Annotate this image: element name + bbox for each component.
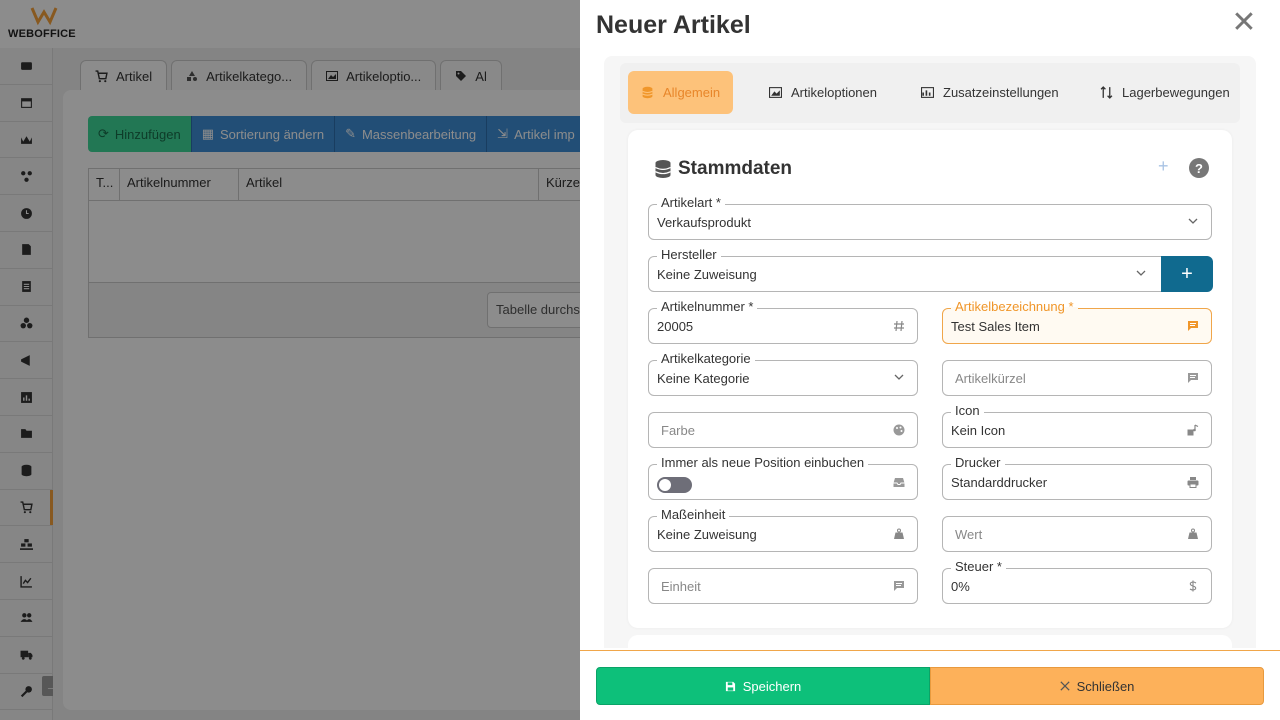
- icon-select[interactable]: Icon Kein Icon: [942, 403, 1212, 448]
- new-article-modal: Neuer Artikel ✕ Allgemein Artikeloptione…: [580, 0, 1280, 720]
- printer-icon: [1187, 477, 1199, 488]
- field-value: Kein Icon: [951, 423, 1006, 438]
- add-manufacturer-button[interactable]: +: [1161, 256, 1213, 292]
- new-position-toggle[interactable]: [657, 477, 692, 493]
- field-label: Immer als neue Position einbuchen: [657, 455, 869, 471]
- help-icon[interactable]: ?: [1189, 158, 1209, 178]
- palette-icon: [893, 424, 905, 436]
- field-label: Hersteller: [657, 247, 721, 263]
- wert-field[interactable]: Wert: [942, 516, 1212, 552]
- comment-icon: [1188, 321, 1198, 331]
- comment-icon: [894, 581, 904, 591]
- field-placeholder: Einheit: [661, 579, 701, 594]
- field-label: Drucker: [951, 455, 1005, 471]
- field-label: Maßeinheit: [657, 507, 730, 523]
- field-label: Steuer *: [951, 559, 1006, 575]
- field-value: Verkaufsprodukt: [657, 215, 751, 230]
- close-icon[interactable]: ✕: [1230, 8, 1258, 38]
- modal-tabs: Allgemein Artikeloptionen Zusatzeinstell…: [620, 63, 1240, 123]
- tab-label: Zusatzeinstellungen: [943, 85, 1059, 100]
- close-button-label: Schließen: [1076, 678, 1135, 694]
- field-value: Keine Kategorie: [657, 371, 750, 386]
- weight-icon: [1188, 528, 1198, 539]
- inbox-icon: [893, 478, 905, 487]
- modal-title: Neuer Artikel: [596, 11, 751, 39]
- einheit-field[interactable]: Einheit: [648, 568, 918, 604]
- field-placeholder: Wert: [955, 527, 983, 542]
- hashtag-icon: [894, 320, 904, 332]
- tab-label: Lagerbewegungen: [1122, 85, 1230, 100]
- artikelart-select[interactable]: Artikelart * Verkaufsprodukt: [648, 195, 1212, 240]
- new-position-toggle-field: Immer als neue Position einbuchen: [648, 455, 918, 500]
- artikelbezeichnung-field[interactable]: Artikelbezeichnung * Test Sales Item: [942, 299, 1212, 344]
- sliders-icon: [921, 87, 934, 98]
- farbe-field[interactable]: Farbe: [648, 412, 918, 448]
- tab-artikeloptionen[interactable]: Artikeloptionen: [756, 71, 890, 114]
- chevron-down-icon: [894, 374, 904, 380]
- artikelnummer-field[interactable]: Artikelnummer * 20005: [648, 299, 918, 344]
- floppy-disk-icon: [725, 681, 735, 691]
- weight-icon: [894, 528, 904, 539]
- close-button[interactable]: Schließen: [930, 667, 1264, 705]
- tab-label: Artikeloptionen: [791, 85, 877, 100]
- field-label: Artikelbezeichnung *: [951, 299, 1078, 315]
- field-value: Standarddrucker: [951, 475, 1048, 490]
- masseinheit-select[interactable]: Maßeinheit Keine Zuweisung: [648, 507, 918, 552]
- field-placeholder: Farbe: [661, 423, 695, 438]
- icons-icon: [1187, 424, 1199, 436]
- field-label: Artikelart *: [657, 195, 725, 211]
- expand-plus-icon[interactable]: +: [1158, 156, 1169, 177]
- field-label: Icon: [951, 403, 984, 419]
- field-value: Test Sales Item: [951, 319, 1040, 334]
- field-value: Keine Zuweisung: [657, 267, 757, 282]
- sort-arrows-icon: [1100, 86, 1113, 99]
- tab-zusatzeinstellungen[interactable]: Zusatzeinstellungen: [908, 71, 1072, 114]
- steuer-select[interactable]: Steuer * 0%: [942, 559, 1212, 604]
- tab-label: Allgemein: [663, 85, 721, 100]
- artikelkuerzel-field[interactable]: Artikelkürzel: [942, 360, 1212, 396]
- section-title: Stammdaten: [678, 158, 793, 179]
- close-icon: [1059, 681, 1070, 691]
- dollar-icon: [1189, 580, 1197, 592]
- artikelkategorie-select[interactable]: Artikelkategorie Keine Kategorie: [648, 351, 918, 396]
- field-label: Artikelnummer *: [657, 299, 758, 315]
- field-value: Keine Zuweisung: [657, 527, 757, 542]
- database-icon: [655, 160, 671, 178]
- drucker-select[interactable]: Drucker Standarddrucker: [942, 455, 1212, 500]
- chevron-down-icon: [1188, 218, 1198, 224]
- database-icon: [642, 86, 653, 99]
- modal-footer: Speichern Schließen: [580, 650, 1280, 720]
- modal-body: Allgemein Artikeloptionen Zusatzeinstell…: [596, 50, 1264, 648]
- hersteller-select[interactable]: Hersteller Keine Zuweisung +: [648, 247, 1213, 292]
- field-label: Artikelkategorie: [657, 351, 755, 367]
- save-button[interactable]: Speichern: [596, 667, 930, 705]
- image-icon: [769, 87, 782, 98]
- tab-allgemein[interactable]: Allgemein: [628, 71, 734, 114]
- field-placeholder: Artikelkürzel: [955, 371, 1026, 386]
- chevron-down-icon: [1136, 270, 1146, 276]
- comment-icon: [1188, 373, 1198, 383]
- next-section-card: [628, 635, 1232, 648]
- save-button-label: Speichern: [742, 678, 802, 694]
- tab-lagerbewegungen[interactable]: Lagerbewegungen: [1087, 71, 1243, 114]
- field-value: 0%: [951, 579, 970, 594]
- field-value: 20005: [657, 319, 694, 334]
- stammdaten-card: Stammdaten + ? Artikelart * Verkaufsprod…: [628, 130, 1232, 628]
